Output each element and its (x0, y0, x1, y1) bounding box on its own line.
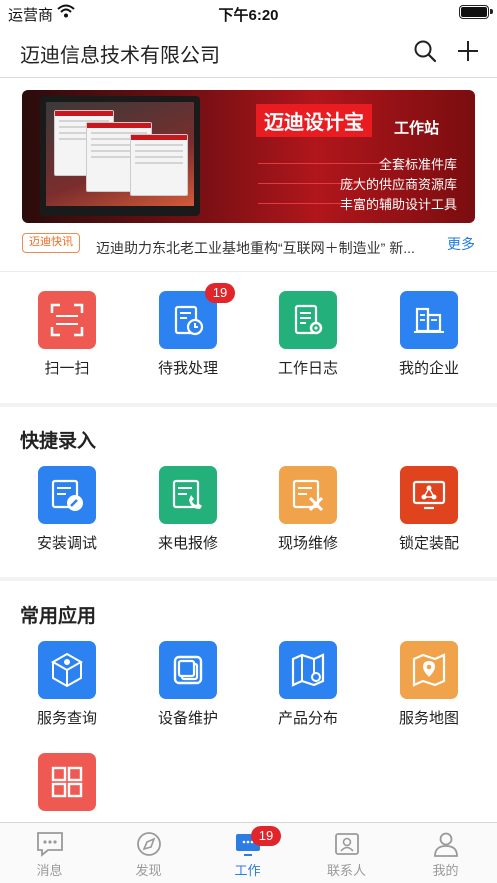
banner-brand: 迈迪设计宝 (256, 104, 372, 137)
tab-label: 消息 (36, 863, 63, 878)
banner-feature: 全套标准件库 (378, 157, 457, 172)
service-query-icon (38, 641, 96, 699)
battery-icon (459, 5, 493, 19)
lock-assembly-button[interactable]: 锁定装配 (379, 466, 479, 566)
section-title-quick-entry: 快捷录入 (20, 431, 97, 452)
service-map-button[interactable]: 服务地图 (379, 641, 479, 741)
clock: 下午6:20 (218, 7, 279, 24)
promo-banner[interactable]: 迈迪设计宝 工作站 全套标准件库 庞大的供应商资源库 丰富的辅助设计工具 (22, 90, 475, 223)
tab-label: 工作 (234, 863, 261, 878)
device-maintain-icon (159, 641, 217, 699)
tile-label: 服务地图 (398, 710, 459, 727)
message-icon (37, 832, 63, 857)
banner-subtitle: 工作站 (394, 120, 440, 137)
company-button[interactable]: 我的企业 (379, 291, 479, 391)
phone-repair-icon (159, 466, 217, 524)
tab-label: 发现 (135, 863, 162, 878)
tile-label: 服务查询 (36, 710, 97, 727)
service-query-button[interactable]: 服务查询 (17, 641, 117, 741)
todo-button[interactable]: 19 待我处理 (138, 283, 238, 391)
nav-bar: 迈迪信息技术有限公司 (0, 26, 497, 78)
section-title-common-apps: 常用应用 (20, 606, 97, 627)
page-title: 迈迪信息技术有限公司 (20, 45, 220, 67)
section-divider (0, 403, 497, 407)
tile-label: 待我处理 (157, 360, 218, 377)
tab-work[interactable]: 工作 (198, 823, 297, 883)
tile-label: 扫一扫 (44, 360, 90, 377)
tile-label: 产品分布 (277, 710, 338, 727)
scan-button[interactable]: 扫一扫 (17, 291, 117, 391)
tab-me[interactable]: 我的 (396, 823, 495, 883)
tile-label: 设备维护 (157, 710, 218, 727)
scan-icon (38, 291, 96, 349)
work-tab-badge: 19 (251, 826, 281, 846)
device-maintain-button[interactable]: 设备维护 (138, 641, 238, 741)
divider (0, 271, 497, 272)
tile-label: 现场维修 (277, 535, 338, 552)
banner-feature: 庞大的供应商资源库 (339, 177, 457, 192)
laptop-illustration (40, 96, 200, 216)
news-ticker[interactable]: 迈迪快讯 迈迪助力东北老工业基地重构“互联网＋制造业” 新... 更多 (0, 228, 497, 264)
tile-label: 工作日志 (277, 360, 338, 377)
more-link[interactable]: 更多 (447, 234, 475, 254)
news-headline[interactable]: 迈迪助力东北老工业基地重构“互联网＋制造业” 新... (96, 238, 415, 258)
service-map-icon (400, 641, 458, 699)
onsite-repair-icon (279, 466, 337, 524)
install-wrench-icon (38, 466, 96, 524)
todo-count-badge: 19 (205, 283, 235, 303)
tab-discover[interactable]: 发现 (99, 823, 198, 883)
tile-label: 锁定装配 (398, 535, 459, 552)
onsite-repair-button[interactable]: 现场维修 (258, 466, 358, 566)
status-bar: 运营商 下午6:20 (0, 0, 497, 26)
product-map-button[interactable]: 产品分布 (258, 641, 358, 741)
worklog-button[interactable]: 工作日志 (258, 291, 358, 391)
tab-label: 我的 (432, 863, 459, 878)
install-debug-button[interactable]: 安装调试 (17, 466, 117, 566)
phone-repair-button[interactable]: 来电报修 (138, 466, 238, 566)
tile-label: 我的企业 (398, 360, 459, 377)
search-icon[interactable] (413, 39, 437, 63)
company-building-icon (400, 291, 458, 349)
plus-icon[interactable] (456, 39, 480, 63)
tile-label: 来电报修 (157, 535, 218, 552)
tab-label: 联系人 (326, 863, 366, 878)
worklog-icon (279, 291, 337, 349)
section-divider (0, 577, 497, 581)
grid-apps-icon (38, 753, 96, 811)
tab-contacts[interactable]: 联系人 (297, 823, 396, 883)
tile-label: 安装调试 (36, 535, 97, 552)
compass-icon (137, 832, 161, 856)
news-tag: 迈迪快讯 (22, 233, 80, 253)
tab-bar: 消息 发现 工作 19 联系人 我的 (0, 822, 497, 883)
tab-messages[interactable]: 消息 (0, 823, 99, 883)
lock-assembly-icon (400, 466, 458, 524)
banner-feature: 丰富的辅助设计工具 (339, 197, 457, 212)
product-map-icon (279, 641, 337, 699)
profile-icon (434, 832, 458, 857)
contacts-icon (335, 833, 359, 855)
